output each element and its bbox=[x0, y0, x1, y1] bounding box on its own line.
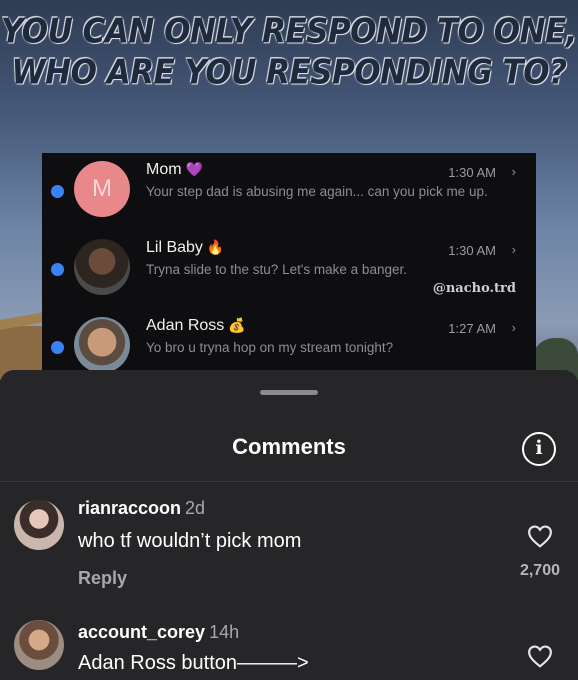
heart-icon[interactable] bbox=[527, 644, 553, 668]
meme-image: YOU CAN ONLY RESPOND TO ONE, WHO ARE YOU… bbox=[0, 0, 578, 380]
inbox-message-mom: M Mom 💜 1:30 AM › Your step dad is abusin… bbox=[42, 159, 536, 237]
sender-name: Lil Baby bbox=[146, 239, 203, 256]
message-time: 1:30 AM bbox=[448, 165, 496, 180]
message-sender: Adan Ross 💰 bbox=[146, 317, 246, 335]
comment-author[interactable]: account_corey 14h bbox=[78, 622, 239, 643]
unread-dot bbox=[51, 185, 64, 198]
message-preview: Yo bro u tryna hop on my stream tonight? bbox=[146, 340, 394, 355]
inbox-message-lil-baby: Lil Baby 🔥 1:30 AM › Tryna slide to the s… bbox=[42, 237, 536, 315]
avatar bbox=[74, 317, 130, 373]
avatar: M bbox=[74, 161, 130, 217]
chevron-right-icon: › bbox=[511, 164, 516, 179]
meme-caption: YOU CAN ONLY RESPOND TO ONE, WHO ARE YOU… bbox=[0, 11, 578, 93]
comment-timestamp: 14h bbox=[209, 622, 240, 642]
meme-caption-line-1: YOU CAN ONLY RESPOND TO ONE, bbox=[0, 12, 578, 51]
avatar[interactable] bbox=[14, 500, 64, 550]
money-bag-emoji-icon: 💰 bbox=[228, 317, 246, 333]
message-preview: Tryna slide to the stu? Let's make a ban… bbox=[146, 262, 407, 277]
comments-sheet: Comments i rianraccoon 2d who tf wouldn’t… bbox=[0, 370, 578, 680]
comment-timestamp: 2d bbox=[185, 498, 206, 518]
heart-emoji-icon: 💜 bbox=[185, 161, 203, 177]
comment-text: Adan Ross button———> bbox=[78, 652, 309, 674]
reply-button[interactable]: Reply bbox=[78, 568, 127, 589]
comment-item: rianraccoon 2d who tf wouldn’t pick mom R… bbox=[0, 496, 578, 606]
message-preview: Your step dad is abusing me again... can… bbox=[146, 184, 488, 199]
sheet-drag-handle[interactable] bbox=[260, 390, 318, 395]
sender-name: Adan Ross bbox=[146, 317, 225, 334]
avatar[interactable] bbox=[14, 620, 64, 670]
message-time: 1:27 AM bbox=[448, 321, 496, 336]
avatar bbox=[74, 239, 130, 295]
chevron-right-icon: › bbox=[511, 242, 516, 257]
divider bbox=[0, 481, 578, 482]
watermark: @nacho.trd bbox=[432, 281, 516, 296]
comment-username[interactable]: account_corey bbox=[78, 622, 205, 642]
message-inbox-screenshot: M Mom 💜 1:30 AM › Your step dad is abusin… bbox=[42, 153, 536, 380]
sender-name: Mom bbox=[146, 161, 182, 178]
like-count: 2,700 bbox=[519, 562, 560, 579]
comment-text: who tf wouldn’t pick mom bbox=[78, 530, 302, 552]
heart-icon[interactable] bbox=[527, 524, 553, 548]
fire-emoji-icon: 🔥 bbox=[206, 239, 225, 255]
comment-item: account_corey 14h Adan Ross button———> bbox=[0, 620, 578, 680]
info-icon[interactable]: i bbox=[522, 432, 556, 466]
unread-dot bbox=[51, 341, 64, 354]
message-sender: Mom 💜 bbox=[146, 161, 203, 179]
unread-dot bbox=[51, 263, 64, 276]
message-time: 1:30 AM bbox=[448, 243, 496, 258]
meme-caption-line-2: WHO ARE YOU RESPONDING TO? bbox=[11, 53, 567, 92]
comments-title: Comments bbox=[232, 434, 346, 459]
message-sender: Lil Baby 🔥 bbox=[146, 239, 224, 257]
comment-username[interactable]: rianraccoon bbox=[78, 498, 181, 518]
chevron-right-icon: › bbox=[511, 320, 516, 335]
comment-author[interactable]: rianraccoon 2d bbox=[78, 498, 205, 519]
